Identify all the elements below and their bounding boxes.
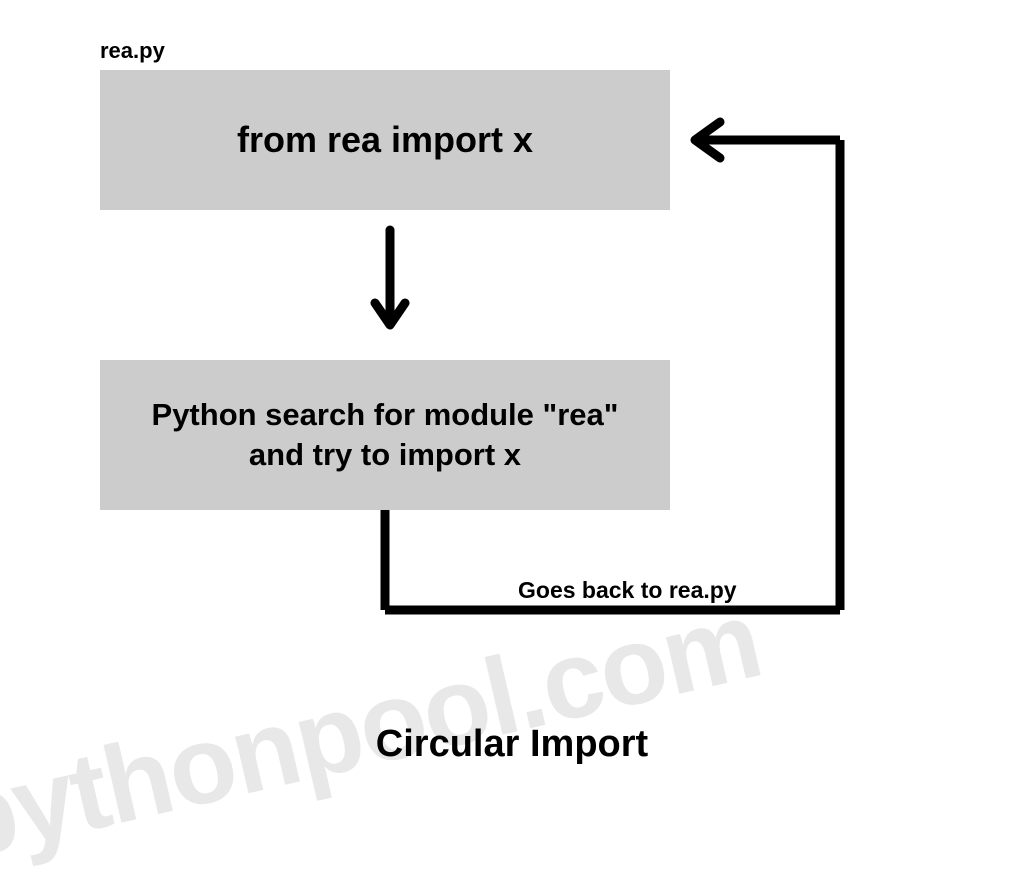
diagram-title: Circular Import [0, 723, 1024, 766]
loop-label: Goes back to rea.py [518, 577, 737, 604]
filename-label: rea.py [100, 38, 165, 64]
loop-arrow-icon [380, 110, 880, 635]
diagram-container: rea.py from rea import x Python search f… [0, 0, 1024, 824]
